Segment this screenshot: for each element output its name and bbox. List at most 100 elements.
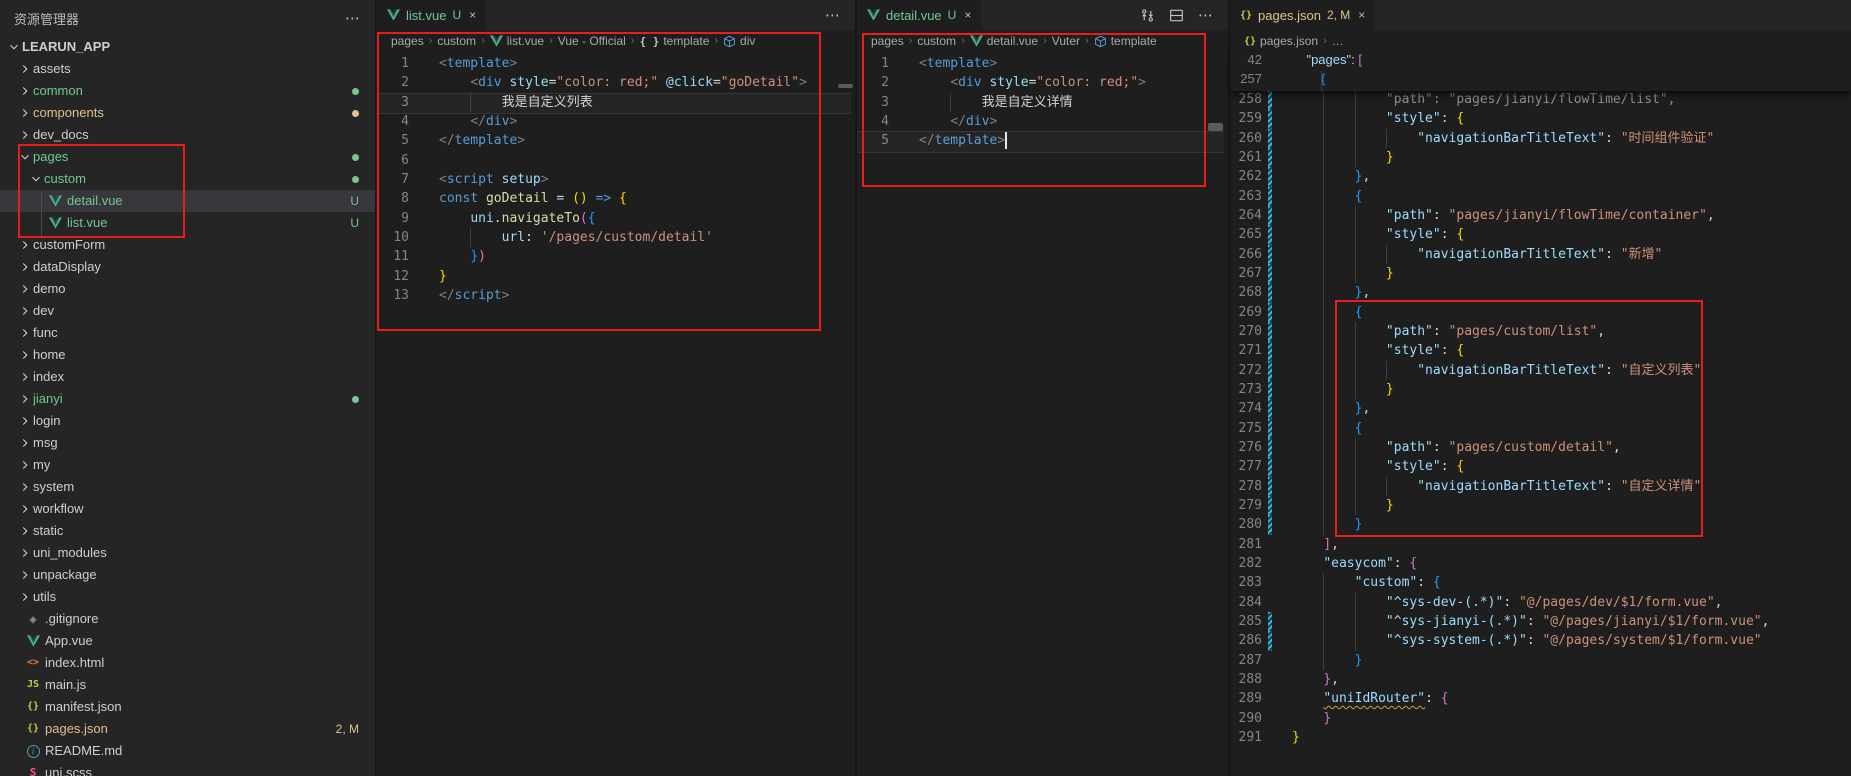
git-file-icon: ◈ xyxy=(25,611,41,627)
code-line-280: 280 } xyxy=(1230,515,1851,534)
tab-list-vue[interactable]: list.vueU× xyxy=(377,0,486,30)
tree-item-label: unpackage xyxy=(33,564,97,586)
tree-item-utils[interactable]: utils xyxy=(0,586,375,608)
editor-sash[interactable] xyxy=(1228,0,1230,776)
tree-item-index[interactable]: index xyxy=(0,366,375,388)
open-changes-icon[interactable] xyxy=(1140,8,1155,23)
tab-pages-json[interactable]: {}pages.json2, M× xyxy=(1230,0,1375,30)
chevron-right-icon xyxy=(17,237,33,253)
code-line-279: 279 } xyxy=(1230,496,1851,515)
tree-item-login[interactable]: login xyxy=(0,410,375,432)
tree-item-uni_modules[interactable]: uni_modules xyxy=(0,542,375,564)
code-editor[interactable]: 258 "path": "pages/jianyi/flowTime/list"… xyxy=(1230,52,1851,776)
tree-item-workflow[interactable]: workflow xyxy=(0,498,375,520)
breadcrumb-item[interactable]: custom xyxy=(917,34,956,48)
tree-item-msg[interactable]: msg xyxy=(0,432,375,454)
tree-item-learun_app[interactable]: LEARUN_APP xyxy=(0,36,375,58)
close-icon[interactable]: × xyxy=(964,8,971,22)
tree-item-components[interactable]: components xyxy=(0,102,375,124)
tree-item-pages[interactable]: pages xyxy=(0,146,375,168)
tree-item-label: uni.scss xyxy=(45,762,92,776)
tree-item-detail.vue[interactable]: detail.vueU xyxy=(0,190,375,212)
more-actions-icon[interactable]: ⋯ xyxy=(1198,6,1214,24)
explorer-header: 资源管理器 ⋯ xyxy=(0,0,375,36)
code-line-263: 263 { xyxy=(1230,187,1851,206)
code-line-274: 274 }, xyxy=(1230,399,1851,418)
split-editor-icon[interactable] xyxy=(1169,8,1184,23)
breadcrumb-item[interactable]: list.vue xyxy=(490,34,544,48)
html-file-icon: <> xyxy=(25,655,41,671)
tree-item-main.js[interactable]: JSmain.js xyxy=(0,674,375,696)
breadcrumb-item[interactable]: detail.vue xyxy=(970,34,1038,48)
sticky-scroll[interactable]: 42 "pages": [257 { xyxy=(1230,52,1851,91)
chevron-right-icon xyxy=(17,413,33,429)
git-status-badge: U xyxy=(350,212,359,234)
editor-sash[interactable] xyxy=(855,0,857,776)
close-icon[interactable]: × xyxy=(1358,8,1365,22)
code-line-3: 3 我是自定义详情 xyxy=(857,93,1228,112)
breadcrumb-item[interactable]: template xyxy=(1094,34,1157,48)
tree-item-custom[interactable]: custom xyxy=(0,168,375,190)
tab-detail-vue[interactable]: detail.vueU× xyxy=(857,0,981,30)
line-number: 280 xyxy=(1230,515,1262,534)
git-modified-gutter xyxy=(1268,225,1272,244)
tree-item-home[interactable]: home xyxy=(0,344,375,366)
vue-icon xyxy=(970,35,983,47)
chevron-right-icon xyxy=(17,435,33,451)
chevron-right-icon xyxy=(17,105,33,121)
tree-item-manifest.json[interactable]: {}manifest.json xyxy=(0,696,375,718)
line-number: 261 xyxy=(1230,148,1262,167)
tree-item-my[interactable]: my xyxy=(0,454,375,476)
tree-item-dev_docs[interactable]: dev_docs xyxy=(0,124,375,146)
breadcrumb: pages›custom›list.vue›Vue - Official›{ }… xyxy=(377,30,855,52)
line-number: 271 xyxy=(1230,341,1262,360)
breadcrumb-item[interactable]: pages xyxy=(871,34,904,48)
git-modified-gutter xyxy=(1268,283,1272,302)
tree-item-dev[interactable]: dev xyxy=(0,300,375,322)
code-line-290: 290 } xyxy=(1230,709,1851,728)
tree-item-system[interactable]: system xyxy=(0,476,375,498)
tree-item-list.vue[interactable]: list.vueU xyxy=(0,212,375,234)
code-line-12: 12} xyxy=(377,267,855,286)
breadcrumb-item[interactable]: … xyxy=(1332,34,1344,48)
line-number: 6 xyxy=(377,151,409,170)
code-editor[interactable]: 1<template>2 <div style="color: red;">3 … xyxy=(857,52,1228,776)
breadcrumb-item[interactable]: custom xyxy=(437,34,476,48)
tree-item-customform[interactable]: customForm xyxy=(0,234,375,256)
tree-item-label: index.html xyxy=(45,652,104,674)
tree-item-unpackage[interactable]: unpackage xyxy=(0,564,375,586)
tree-item-common[interactable]: common xyxy=(0,80,375,102)
js-file-icon: JS xyxy=(25,677,41,693)
code-line-286: 286 "^sys-system-(.*)": "@/pages/system/… xyxy=(1230,631,1851,650)
tree-item-readme.md[interactable]: iREADME.md xyxy=(0,740,375,762)
breadcrumb-item[interactable]: div xyxy=(723,34,755,48)
file-tree[interactable]: LEARUN_APPassetscommoncomponentsdev_docs… xyxy=(0,36,375,776)
close-icon[interactable]: × xyxy=(469,8,476,22)
tree-item-func[interactable]: func xyxy=(0,322,375,344)
breadcrumb-item[interactable]: { }template xyxy=(639,34,709,48)
tree-item-index.html[interactable]: <>index.html xyxy=(0,652,375,674)
tree-item-assets[interactable]: assets xyxy=(0,58,375,80)
tree-item-datadisplay[interactable]: dataDisplay xyxy=(0,256,375,278)
tree-item-static[interactable]: static xyxy=(0,520,375,542)
tab-git-badge: U xyxy=(948,8,957,22)
tree-item-app.vue[interactable]: App.vue xyxy=(0,630,375,652)
breadcrumb-item[interactable]: pages xyxy=(391,34,424,48)
breadcrumb-item[interactable]: Vuter xyxy=(1052,34,1080,48)
tree-item-.gitignore[interactable]: ◈.gitignore xyxy=(0,608,375,630)
detail-vue-editor: detail.vueU×⋯pages›custom›detail.vue›Vut… xyxy=(857,0,1228,776)
code-line-269: 269 { xyxy=(1230,303,1851,322)
code-line-283: 283 "custom": { xyxy=(1230,573,1851,592)
code-editor[interactable]: 1<template>2 <div style="color: red;" @c… xyxy=(377,52,855,776)
git-status-badge: 2, M xyxy=(336,718,359,740)
tree-item-uni.scss[interactable]: Suni.scss xyxy=(0,762,375,776)
breadcrumb-item[interactable]: {}pages.json xyxy=(1244,34,1318,48)
tree-item-jianyi[interactable]: jianyi xyxy=(0,388,375,410)
tree-item-label: dev xyxy=(33,300,54,322)
more-actions-icon[interactable]: ⋯ xyxy=(825,6,841,24)
breadcrumb-item[interactable]: Vue - Official xyxy=(558,34,626,48)
tree-item-demo[interactable]: demo xyxy=(0,278,375,300)
tree-item-pages.json[interactable]: {}pages.json2, M xyxy=(0,718,375,740)
line-number: 290 xyxy=(1230,709,1262,728)
explorer-more-actions-icon[interactable]: ⋯ xyxy=(345,9,361,27)
